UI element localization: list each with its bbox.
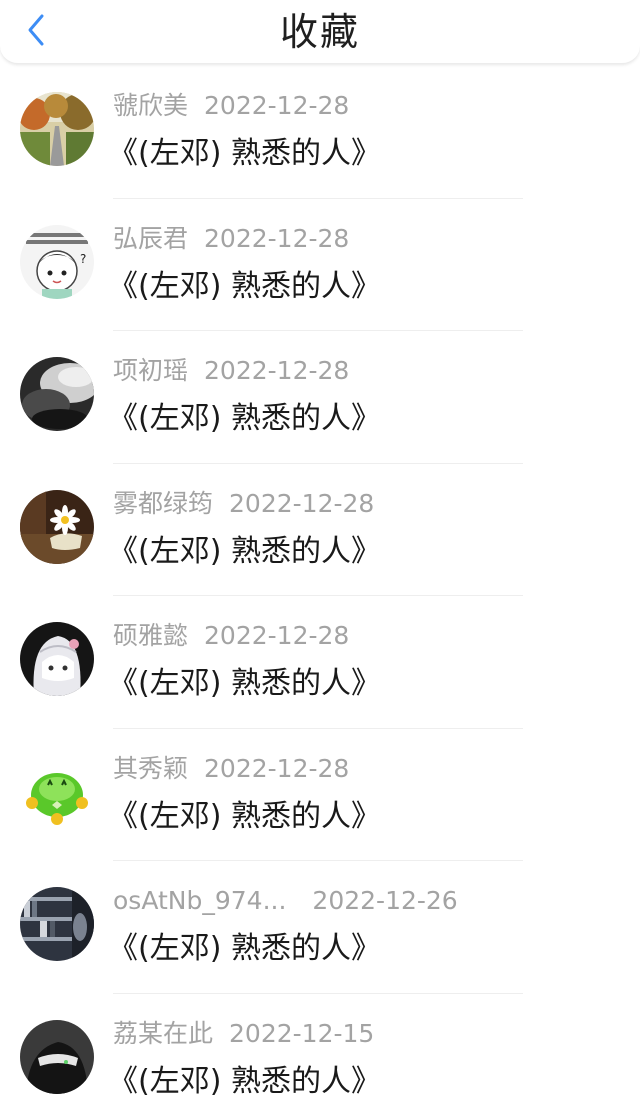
list-item[interactable]: osAtNb_974... 2022-12-26 《(左邓) 熟悉的人》: [0, 861, 640, 994]
item-meta: osAtNb_974... 2022-12-26: [113, 883, 458, 919]
work-title[interactable]: 《(左邓) 熟悉的人》: [108, 662, 381, 706]
date-text: 2022-12-28: [229, 488, 375, 518]
work-title[interactable]: 《(左邓) 熟悉的人》: [108, 265, 381, 309]
work-title[interactable]: 《(左邓) 熟悉的人》: [108, 927, 381, 971]
date-text: 2022-12-28: [204, 91, 350, 120]
list-item[interactable]: ? 弘辰君 2022-12-28 《(左邓) 熟悉的人》: [0, 199, 640, 331]
user-name[interactable]: 弘辰君: [113, 224, 188, 253]
item-meta: 弘辰君 2022-12-28: [113, 221, 349, 257]
top-bar: 收藏: [0, 0, 640, 64]
green-frog-avatar[interactable]: [20, 754, 94, 829]
list-item[interactable]: 荔某在此 2022-12-15 《(左邓) 熟悉的人》: [0, 994, 640, 1109]
work-title[interactable]: 《(左邓) 熟悉的人》: [108, 795, 381, 839]
cartoon-girl-avatar[interactable]: ?: [20, 224, 94, 299]
date-text: 2022-12-28: [204, 753, 350, 783]
work-title[interactable]: 《(左邓) 熟悉的人》: [108, 397, 381, 441]
date-text: 2022-12-28: [204, 356, 350, 385]
daisy-avatar[interactable]: [20, 489, 94, 564]
list-item[interactable]: 虢欣美 2022-12-28 《(左邓) 熟悉的人》: [0, 66, 640, 199]
item-meta: 其秀颖 2022-12-28: [113, 751, 349, 787]
list-item[interactable]: 其秀颖 2022-12-28 《(左邓) 熟悉的人》: [0, 729, 640, 861]
date-text: 2022-12-28: [204, 621, 350, 650]
bookshelf-avatar[interactable]: [20, 887, 94, 961]
list-item[interactable]: 雾都绿筠 2022-12-28 《(左邓) 熟悉的人》: [0, 464, 640, 596]
work-title[interactable]: 《(左邓) 熟悉的人》: [108, 132, 381, 176]
favorites-list: 虢欣美 2022-12-28 《(左邓) 熟悉的人》 ? 弘辰君 2022-12-2…: [0, 66, 640, 1109]
user-name[interactable]: 其秀颖: [113, 754, 188, 783]
date-text: 2022-12-28: [204, 223, 350, 253]
user-name[interactable]: 雾都绿筠: [113, 489, 213, 518]
user-name[interactable]: 虢欣美: [113, 91, 188, 120]
item-meta: 虢欣美 2022-12-28: [113, 88, 349, 124]
date-text: 2022-12-26: [312, 886, 458, 915]
user-name[interactable]: 硕雅懿: [113, 621, 188, 650]
item-meta: 雾都绿筠 2022-12-28: [113, 486, 374, 522]
user-name[interactable]: osAtNb_974...: [113, 886, 286, 915]
user-name[interactable]: 荔某在此: [113, 1019, 213, 1048]
masked-person-avatar[interactable]: [20, 1019, 94, 1094]
dark-cloud-avatar[interactable]: [20, 357, 94, 431]
item-meta: 荔某在此 2022-12-15: [113, 1016, 374, 1052]
tree-road-avatar[interactable]: [20, 92, 94, 166]
page-title: 收藏: [279, 10, 360, 54]
user-name[interactable]: 项初瑶: [113, 356, 188, 385]
item-meta: 硕雅懿 2022-12-28: [113, 618, 349, 654]
list-item[interactable]: 项初瑶 2022-12-28 《(左邓) 熟悉的人》: [0, 331, 640, 464]
date-text: 2022-12-15: [229, 1018, 375, 1048]
anime-girl-avatar[interactable]: [20, 622, 94, 696]
item-meta: 项初瑶 2022-12-28: [113, 353, 349, 389]
work-title[interactable]: 《(左邓) 熟悉的人》: [108, 1060, 381, 1104]
list-item[interactable]: 硕雅懿 2022-12-28 《(左邓) 熟悉的人》: [0, 596, 640, 729]
work-title[interactable]: 《(左邓) 熟悉的人》: [108, 530, 381, 574]
svg-text:?: ?: [80, 252, 86, 266]
